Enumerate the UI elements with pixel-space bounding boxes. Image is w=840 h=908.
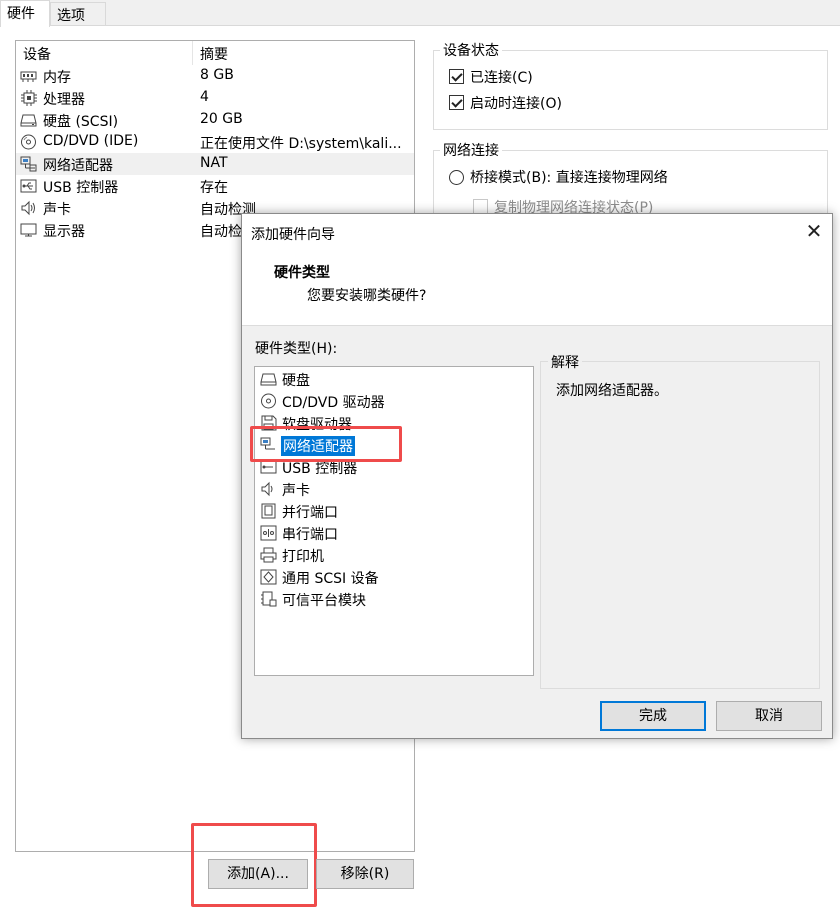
device-name: 内存 (43, 70, 71, 86)
sound-icon (260, 481, 277, 497)
network-adapter-icon (20, 156, 37, 172)
device-name: CD/DVD (IDE) (43, 133, 139, 149)
device-summary: 正在使用文件 D:\system\kali... (200, 136, 402, 152)
bridged-label[interactable]: 桥接模式(B): 直接连接物理网络 (470, 167, 668, 187)
harddisk-icon (260, 371, 277, 387)
device-list-header: 设备 摘要 (16, 41, 414, 65)
hardware-type-label: 硬件类型(H): (255, 341, 338, 357)
device-status-group (433, 50, 828, 130)
remove-button-label: 移除(R) (340, 866, 390, 882)
cancel-button-label: 取消 (755, 708, 783, 724)
device-row-usb[interactable]: USB 控制器 存在 (16, 175, 414, 197)
list-item-harddisk[interactable]: 硬盘 (258, 368, 518, 390)
dialog-title: 添加硬件向导 (251, 227, 335, 243)
tab-options[interactable]: 选项 (50, 2, 106, 26)
list-item-scsi[interactable]: 通用 SCSI 设备 (258, 566, 518, 588)
list-item-serial-port[interactable]: 串行端口 (258, 522, 518, 544)
replicate-checkbox[interactable] (473, 199, 488, 214)
printer-icon (260, 547, 277, 563)
device-name: 网络适配器 (43, 158, 113, 174)
device-row-processor[interactable]: 处理器 4 (16, 87, 414, 109)
finish-button[interactable]: 完成 (600, 701, 706, 731)
device-row-network-adapter[interactable]: 网络适配器 NAT (16, 153, 414, 175)
list-item-printer[interactable]: 打印机 (258, 544, 518, 566)
serial-port-icon (260, 525, 277, 541)
connected-checkbox[interactable] (449, 69, 464, 84)
close-button[interactable]: ✕ (802, 220, 826, 244)
parallel-port-icon (260, 503, 277, 519)
list-item-parallel-port[interactable]: 并行端口 (258, 500, 518, 522)
network-connection-title: 网络连接 (440, 140, 502, 160)
list-item-label: 串行端口 (282, 527, 338, 543)
device-name: 显示器 (43, 224, 85, 240)
list-item-label: 可信平台模块 (282, 593, 366, 609)
device-name: 处理器 (43, 92, 85, 108)
tab-hardware[interactable]: 硬件 (0, 0, 50, 27)
cpu-icon (20, 90, 37, 106)
list-item-label: 通用 SCSI 设备 (282, 571, 379, 587)
connect-on-power-label[interactable]: 启动时连接(O) (470, 93, 562, 113)
column-summary[interactable]: 摘要 (200, 44, 228, 64)
cdrom-icon (20, 134, 37, 150)
device-summary: 20 GB (200, 111, 243, 127)
dialog-subheading: 您要安装哪类硬件? (307, 288, 427, 304)
device-name: 声卡 (43, 202, 71, 218)
sound-icon (20, 200, 37, 216)
memory-icon (20, 68, 37, 84)
add-button[interactable]: 添加(A)... (208, 859, 308, 889)
device-summary: 8 GB (200, 67, 234, 83)
add-button-label: 添加(A)... (227, 866, 289, 882)
list-item-label: 打印机 (282, 549, 324, 565)
explanation-title: 解释 (548, 352, 582, 372)
device-name: 硬盘 (SCSI) (43, 114, 119, 130)
device-status-title: 设备状态 (440, 40, 502, 60)
add-hardware-wizard-dialog: 添加硬件向导 ✕ 硬件类型 您要安装哪类硬件? 硬件类型(H): 硬盘 CD/D… (241, 213, 833, 739)
dialog-body: 硬件类型(H): 硬盘 CD/DVD 驱动器 软盘驱动器 网络适配器 USB 控… (242, 326, 832, 738)
scsi-device-icon (260, 569, 277, 585)
device-row-cdrom[interactable]: CD/DVD (IDE) 正在使用文件 D:\system\kali... (16, 131, 414, 153)
network-adapter-highlight (250, 426, 402, 462)
device-row-memory[interactable]: 内存 8 GB (16, 65, 414, 87)
tab-options-label: 选项 (57, 8, 85, 24)
cdrom-icon (260, 393, 277, 409)
close-icon: ✕ (805, 219, 823, 243)
device-summary: 存在 (200, 180, 228, 196)
explanation-group (540, 361, 820, 689)
display-icon (20, 222, 37, 238)
explanation-text: 添加网络适配器。 (556, 383, 668, 399)
column-separator[interactable] (192, 41, 193, 65)
list-item-cdrom[interactable]: CD/DVD 驱动器 (258, 390, 518, 412)
list-item-label: 硬盘 (282, 373, 310, 389)
dialog-header: 硬件类型 您要安装哪类硬件? (242, 250, 832, 326)
list-item-sound[interactable]: 声卡 (258, 478, 518, 500)
list-item-label: 声卡 (282, 483, 310, 499)
list-item-label: 并行端口 (282, 505, 338, 521)
hardware-type-list[interactable]: 硬盘 CD/DVD 驱动器 软盘驱动器 网络适配器 USB 控制器 声卡 并行端… (254, 366, 534, 676)
tab-hardware-label: 硬件 (7, 6, 35, 22)
column-device[interactable]: 设备 (23, 44, 51, 64)
remove-button[interactable]: 移除(R) (316, 859, 414, 889)
device-row-harddisk[interactable]: 硬盘 (SCSI) 20 GB (16, 109, 414, 131)
usb-icon (20, 178, 37, 194)
cancel-button[interactable]: 取消 (716, 701, 822, 731)
connected-label[interactable]: 已连接(C) (470, 67, 533, 87)
finish-button-label: 完成 (639, 708, 667, 724)
tab-strip (0, 0, 840, 26)
list-item-label: CD/DVD 驱动器 (282, 395, 385, 411)
device-summary: 4 (200, 89, 209, 105)
device-summary: NAT (200, 155, 228, 171)
tpm-icon (260, 591, 277, 607)
bridged-radio[interactable] (449, 170, 464, 185)
device-name: USB 控制器 (43, 180, 119, 196)
list-item-tpm[interactable]: 可信平台模块 (258, 588, 518, 610)
connect-on-power-checkbox[interactable] (449, 95, 464, 110)
dialog-heading: 硬件类型 (274, 265, 330, 281)
harddisk-icon (20, 112, 37, 128)
device-summary: 自动检 (200, 224, 242, 240)
